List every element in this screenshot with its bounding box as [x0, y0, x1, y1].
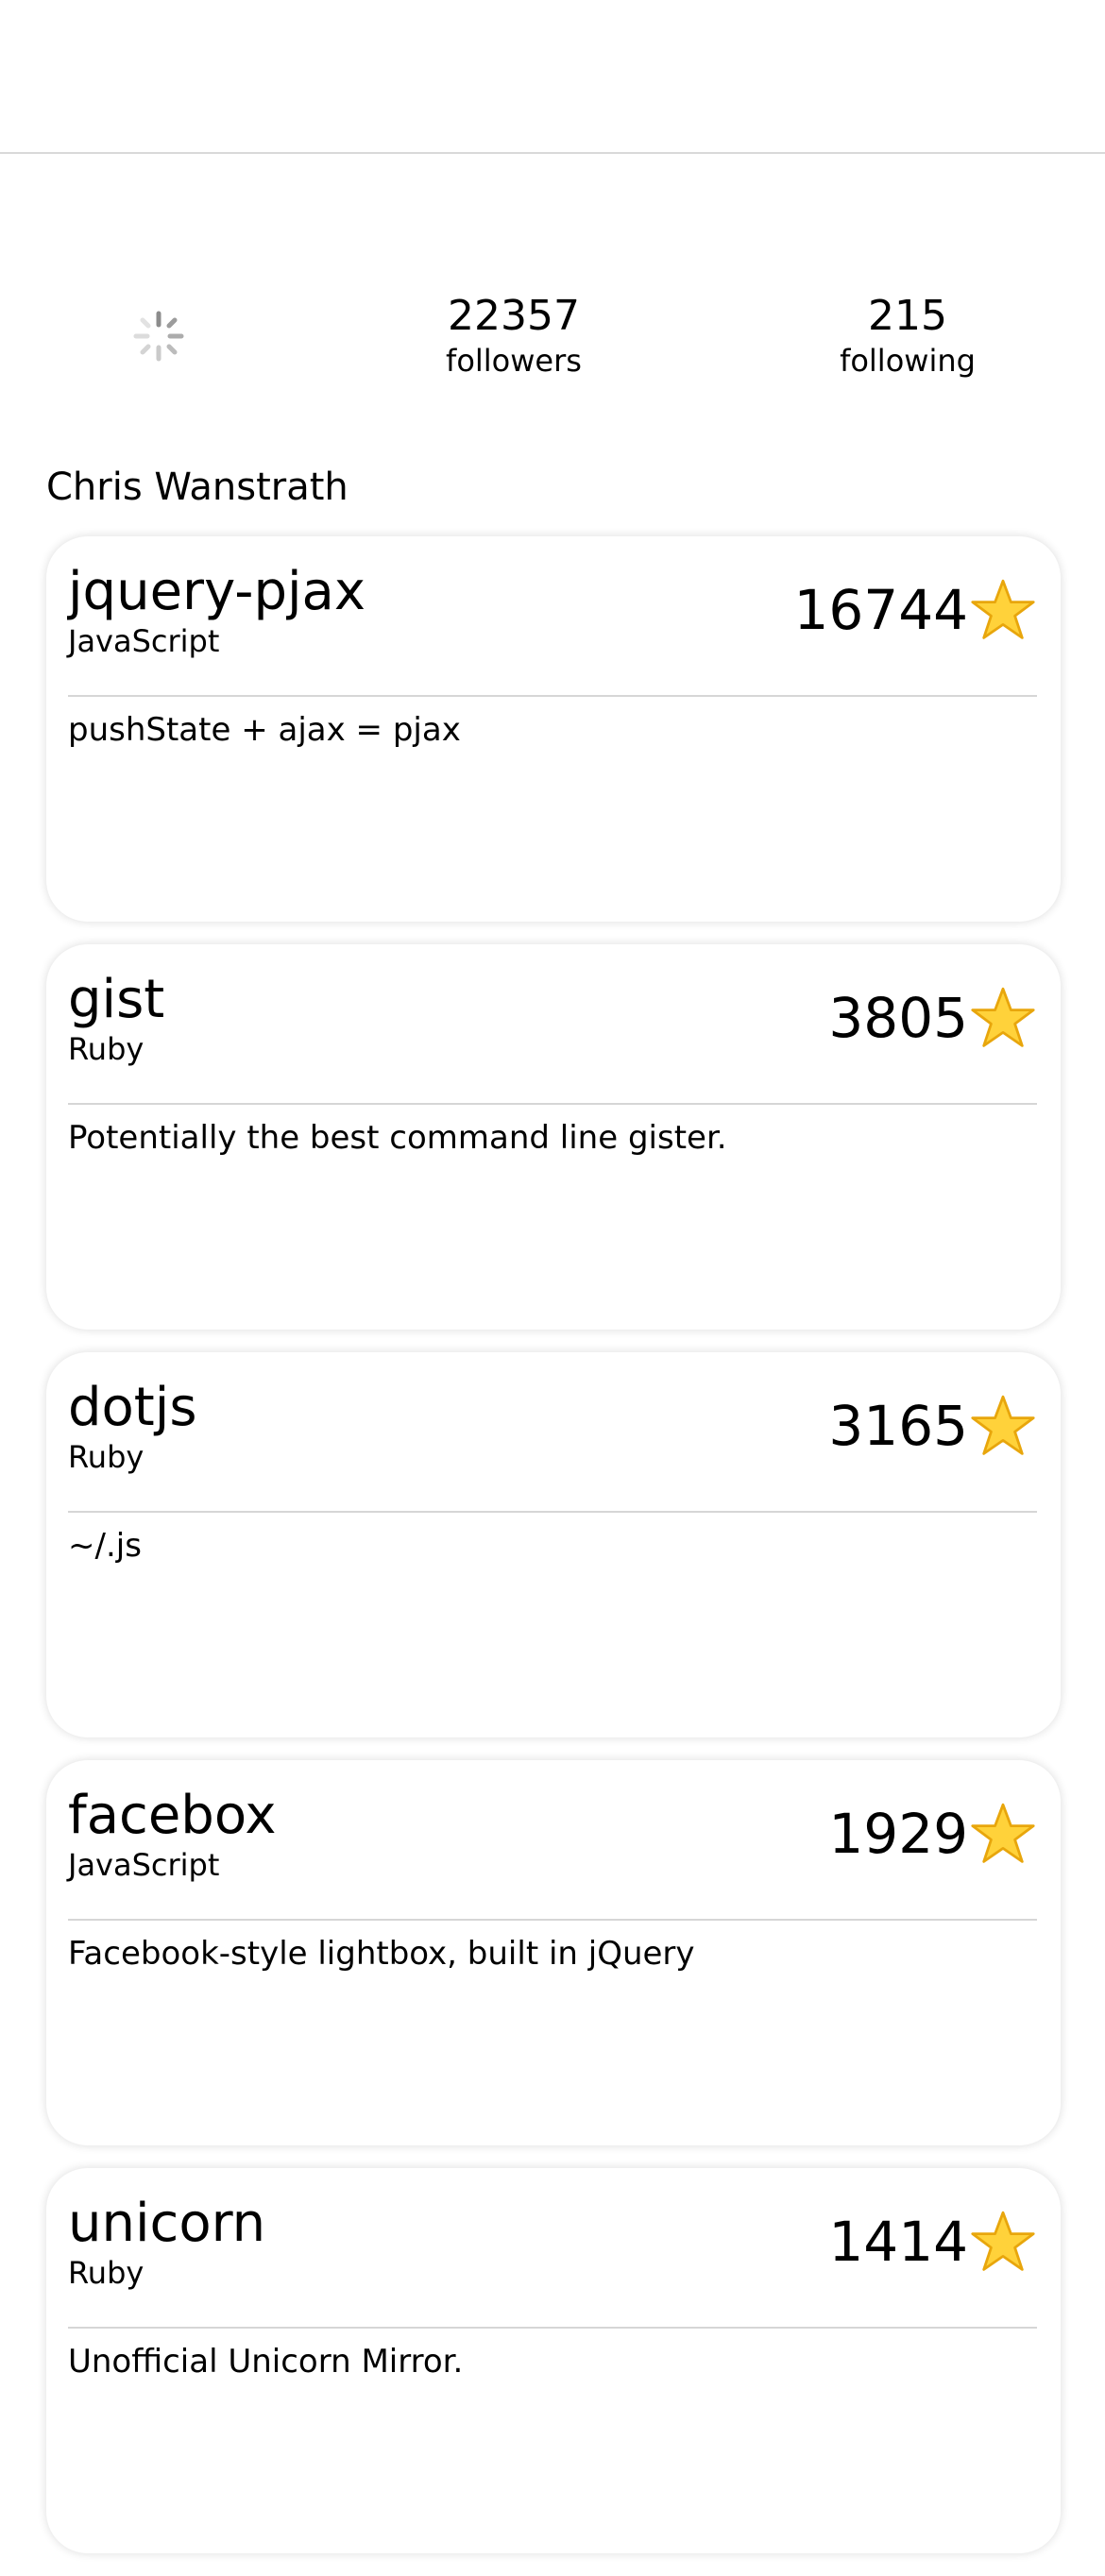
star-icon	[971, 1395, 1035, 1455]
following-label: following	[840, 343, 976, 379]
repo-divider	[68, 1511, 1037, 1513]
following-stat[interactable]: 215 following	[785, 291, 1030, 380]
repo-description: ~/.js	[68, 1527, 142, 1565]
star-count: 1929	[828, 1802, 968, 1866]
star-count: 1414	[828, 2210, 968, 2274]
repo-stars: 16744	[793, 576, 1036, 644]
repo-name: dotjs	[68, 1377, 197, 1438]
repo-list: jquery-pjax JavaScript 16744 pushState +…	[46, 536, 1061, 2576]
repo-name: unicorn	[68, 2193, 266, 2254]
repo-stars: 3165	[828, 1392, 1036, 1460]
repo-divider	[68, 695, 1037, 697]
repo-description: Facebook-style lightbox, built in jQuery	[68, 1935, 695, 1973]
repo-stars: 3805	[828, 984, 1036, 1052]
repo-language: Ruby	[68, 1031, 144, 1067]
repo-description: Potentially the best command line gister…	[68, 1119, 727, 1157]
navigation-bar	[0, 0, 1105, 154]
star-icon	[971, 2211, 1035, 2271]
star-count: 3805	[828, 986, 968, 1050]
repo-language: JavaScript	[68, 623, 220, 659]
repo-card[interactable]: dotjs Ruby 3165 ~/.js	[46, 1352, 1061, 1737]
following-count: 215	[868, 292, 947, 340]
repo-card[interactable]: unicorn Ruby 1414 Unofficial Unicorn Mir…	[46, 2168, 1061, 2553]
followers-stat[interactable]: 22357 followers	[391, 291, 637, 380]
star-icon	[971, 579, 1035, 639]
loading-spinner-icon	[133, 311, 184, 362]
followers-count: 22357	[448, 292, 580, 340]
repo-language: Ruby	[68, 1439, 144, 1475]
repo-divider	[68, 1919, 1037, 1921]
repo-name: gist	[68, 969, 165, 1030]
repo-language: JavaScript	[68, 1847, 220, 1883]
followers-label: followers	[446, 343, 582, 379]
star-count: 16744	[793, 578, 968, 642]
repo-card[interactable]: gist Ruby 3805 Potentially the best comm…	[46, 944, 1061, 1330]
repo-divider	[68, 2327, 1037, 2329]
repo-divider	[68, 1103, 1037, 1105]
repo-card[interactable]: jquery-pjax JavaScript 16744 pushState +…	[46, 536, 1061, 922]
star-icon	[971, 1803, 1035, 1863]
repo-language: Ruby	[68, 2255, 144, 2291]
repo-card[interactable]: facebox JavaScript 1929 Facebook-style l…	[46, 1760, 1061, 2145]
repo-name: jquery-pjax	[68, 561, 366, 622]
repo-stars: 1414	[828, 2208, 1036, 2276]
user-name: Chris Wanstrath	[46, 466, 348, 509]
repo-stars: 1929	[828, 1800, 1036, 1868]
star-icon	[971, 987, 1035, 1047]
repo-description: Unofficial Unicorn Mirror.	[68, 2343, 464, 2381]
repo-description: pushState + ajax = pjax	[68, 711, 461, 749]
profile-stats: 22357 followers 215 following	[0, 283, 1105, 397]
repo-name: facebox	[68, 1785, 277, 1846]
star-count: 3165	[828, 1394, 968, 1458]
